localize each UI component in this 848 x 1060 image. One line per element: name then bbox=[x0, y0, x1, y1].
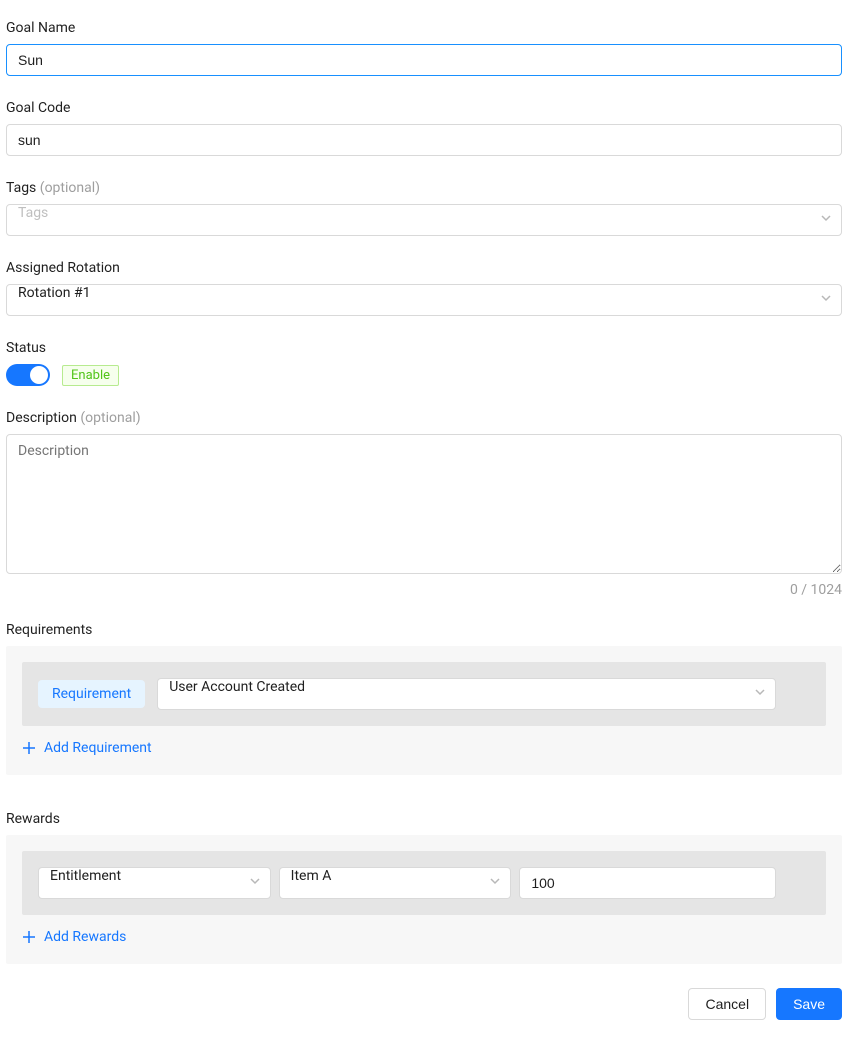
requirements-panel: Requirement User Account Created Add Req… bbox=[6, 646, 842, 775]
goal-code-label: Goal Code bbox=[6, 100, 842, 116]
reward-item-value: Item A bbox=[279, 867, 512, 899]
requirement-row: Requirement User Account Created bbox=[22, 662, 826, 726]
description-counter: 0 / 1024 bbox=[6, 582, 842, 598]
requirement-badge: Requirement bbox=[38, 680, 145, 708]
reward-qty-input[interactable] bbox=[519, 867, 776, 899]
requirements-label: Requirements bbox=[6, 622, 842, 638]
tags-label-text: Tags bbox=[6, 180, 36, 196]
rewards-label: Rewards bbox=[6, 811, 842, 827]
reward-type-select[interactable]: Entitlement bbox=[38, 867, 271, 899]
tags-label: Tags (optional) bbox=[6, 180, 842, 196]
tags-placeholder: Tags bbox=[18, 205, 48, 221]
description-label: Description (optional) bbox=[6, 410, 842, 426]
plus-icon bbox=[22, 930, 36, 944]
requirement-value: User Account Created bbox=[157, 678, 776, 710]
cancel-button[interactable]: Cancel bbox=[688, 988, 766, 1020]
description-optional-text: (optional) bbox=[80, 410, 140, 426]
assigned-rotation-value: Rotation #1 bbox=[6, 284, 842, 316]
description-label-text: Description bbox=[6, 410, 77, 426]
add-rewards-button[interactable]: Add Rewards bbox=[22, 929, 126, 945]
goal-code-input[interactable] bbox=[6, 124, 842, 156]
tags-optional-text: (optional) bbox=[40, 180, 100, 196]
plus-icon bbox=[22, 741, 36, 755]
add-requirement-button[interactable]: Add Requirement bbox=[22, 740, 152, 756]
status-toggle[interactable] bbox=[6, 364, 50, 386]
reward-item-select[interactable]: Item A bbox=[279, 867, 512, 899]
assigned-rotation-label: Assigned Rotation bbox=[6, 260, 842, 276]
toggle-knob bbox=[30, 366, 48, 384]
goal-name-label: Goal Name bbox=[6, 20, 842, 36]
rewards-panel: Entitlement Item A Add Rewards bbox=[6, 835, 842, 964]
reward-row: Entitlement Item A bbox=[22, 851, 826, 915]
goal-name-input[interactable] bbox=[6, 44, 842, 76]
add-rewards-label: Add Rewards bbox=[44, 929, 126, 945]
description-textarea[interactable] bbox=[6, 434, 842, 574]
reward-type-value: Entitlement bbox=[38, 867, 271, 899]
assigned-rotation-select[interactable]: Rotation #1 bbox=[6, 284, 842, 316]
requirement-select[interactable]: User Account Created bbox=[157, 678, 776, 710]
add-requirement-label: Add Requirement bbox=[44, 740, 152, 756]
status-label: Status bbox=[6, 340, 842, 356]
tags-select[interactable]: Tags bbox=[6, 204, 842, 236]
status-badge: Enable bbox=[62, 365, 119, 386]
footer-actions: Cancel Save bbox=[6, 988, 842, 1020]
save-button[interactable]: Save bbox=[776, 988, 842, 1020]
